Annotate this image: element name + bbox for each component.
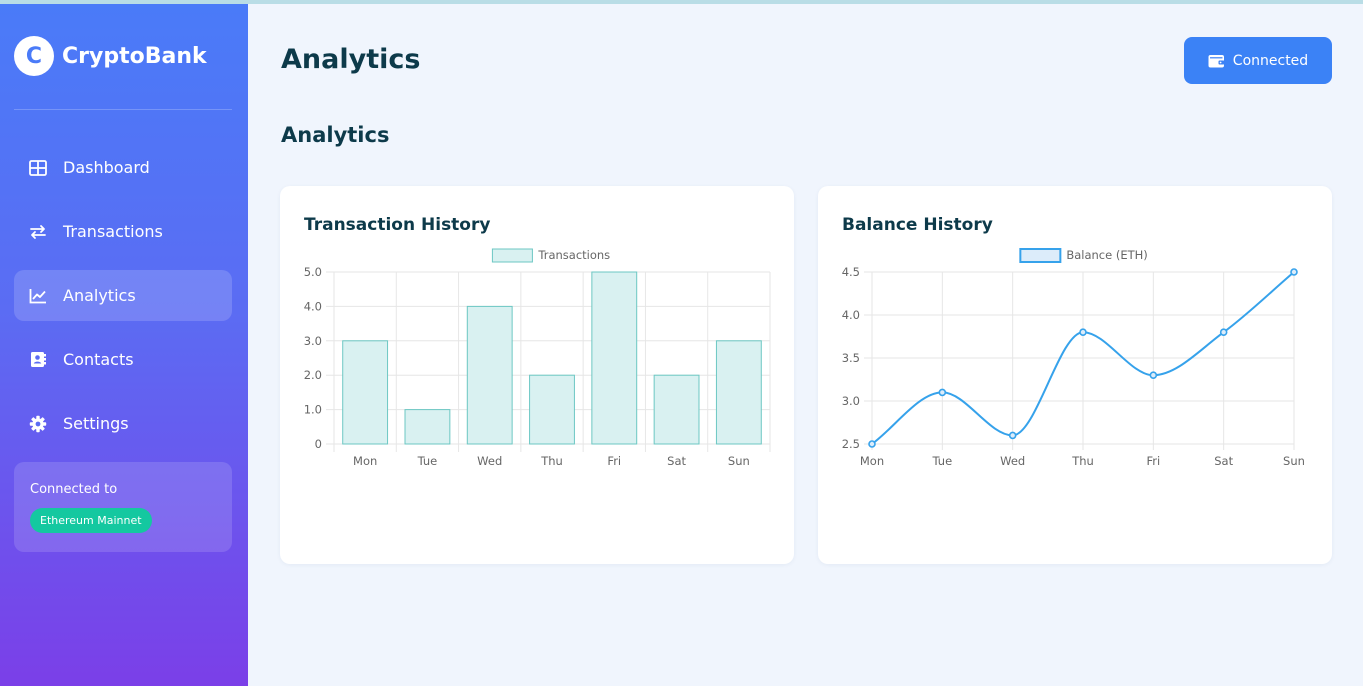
bar — [591, 271, 638, 445]
data-point — [1079, 328, 1087, 336]
bar — [342, 340, 389, 445]
y-tick-label: 4.0 — [304, 299, 322, 313]
transaction-history-card: Transaction History Transactions 0 1.0 2.0 3… — [280, 186, 794, 564]
sidebar-nav: Dashboard Transactions Analytics Contact… — [14, 142, 232, 462]
y-tick-label: 4.0 — [842, 308, 860, 322]
brand[interactable]: C CryptoBank — [14, 36, 207, 76]
x-tick-label: Fri — [607, 454, 621, 468]
x-tick-label: Tue — [417, 454, 438, 468]
wallet-icon — [1208, 54, 1225, 68]
x-tick-label: Wed — [477, 454, 502, 468]
wallet-connect-label: Connected — [1232, 52, 1309, 69]
sidebar-item-label: Settings — [63, 414, 129, 433]
bar — [404, 409, 451, 445]
legend-swatch — [1019, 248, 1062, 263]
network-status-box: Connected to Ethereum Mainnet — [14, 462, 232, 552]
swap-arrows-icon — [28, 222, 48, 242]
sidebar: C CryptoBank Dashboard Transactions Anal… — [0, 4, 248, 686]
balance-history-chart: Balance (ETH) 2.5 3.0 3.5 4.0 4.5 Mon Tue Wed Thu… — [842, 248, 1305, 468]
y-tick-label: 3.0 — [304, 334, 322, 348]
data-point — [1219, 328, 1228, 336]
sidebar-item-label: Dashboard — [63, 158, 150, 177]
network-label: Connected to — [30, 482, 118, 497]
sidebar-item-label: Transactions — [63, 222, 163, 241]
dashboard-grid-icon — [28, 158, 48, 178]
legend-label: Transactions — [537, 248, 610, 262]
network-badge: Ethereum Mainnet — [30, 508, 152, 533]
brand-name: CryptoBank — [62, 43, 207, 69]
y-tick-label: 1.0 — [304, 403, 322, 417]
x-tick-label: Mon — [860, 454, 884, 468]
y-tick-label: 4.5 — [842, 265, 860, 279]
data-point — [1008, 431, 1017, 440]
legend-swatch — [491, 248, 533, 263]
legend-label: Balance (ETH) — [1066, 248, 1147, 262]
bar — [529, 374, 575, 445]
y-tick-label: 3.0 — [842, 394, 860, 408]
data-point — [868, 440, 876, 448]
y-tick-label: 2.5 — [842, 437, 860, 451]
x-tick-label: Thu — [1071, 454, 1094, 468]
sidebar-item-dashboard[interactable]: Dashboard — [14, 142, 232, 193]
transaction-history-chart: Transactions 0 1.0 2.0 3.0 4.0 5.0 Mon Tue Wed Thu… — [304, 248, 771, 468]
x-tick-label: Fri — [1146, 454, 1160, 468]
x-tick-label: Thu — [540, 454, 563, 468]
x-tick-label: Sat — [1214, 454, 1233, 468]
contact-book-icon — [28, 350, 48, 370]
brand-logo: C — [14, 36, 54, 76]
x-tick-label: Wed — [1000, 454, 1025, 468]
x-tick-label: Sun — [728, 454, 750, 468]
x-tick-label: Sun — [1283, 454, 1305, 468]
section-title: Analytics — [281, 123, 390, 147]
gear-icon — [28, 414, 48, 434]
balance-history-card: Balance History Balance (ETH) 2.5 3.0 3.5 4.… — [818, 186, 1332, 564]
data-point — [1149, 371, 1158, 379]
page-title: Analytics — [281, 44, 421, 75]
data-point — [1290, 268, 1298, 276]
y-tick-label: 5.0 — [304, 265, 322, 279]
x-tick-label: Mon — [353, 454, 377, 468]
sidebar-item-analytics[interactable]: Analytics — [14, 270, 232, 321]
y-tick-label: 3.5 — [842, 351, 860, 365]
sidebar-divider — [14, 109, 232, 110]
sidebar-item-settings[interactable]: Settings — [14, 398, 232, 449]
x-tick-label: Sat — [667, 454, 686, 468]
line-chart-icon — [28, 286, 48, 306]
bar — [715, 340, 762, 445]
bar — [466, 305, 513, 445]
data-point — [938, 388, 947, 397]
sidebar-item-label: Contacts — [63, 350, 134, 369]
y-tick-label: 2.0 — [304, 368, 322, 382]
sidebar-item-transactions[interactable]: Transactions — [14, 206, 232, 257]
y-tick-label: 0 — [315, 437, 322, 451]
bar — [653, 374, 700, 445]
x-tick-label: Tue — [932, 454, 953, 468]
wallet-connect-button[interactable]: Connected — [1184, 37, 1332, 84]
sidebar-item-label: Analytics — [63, 286, 136, 305]
sidebar-item-contacts[interactable]: Contacts — [14, 334, 232, 385]
